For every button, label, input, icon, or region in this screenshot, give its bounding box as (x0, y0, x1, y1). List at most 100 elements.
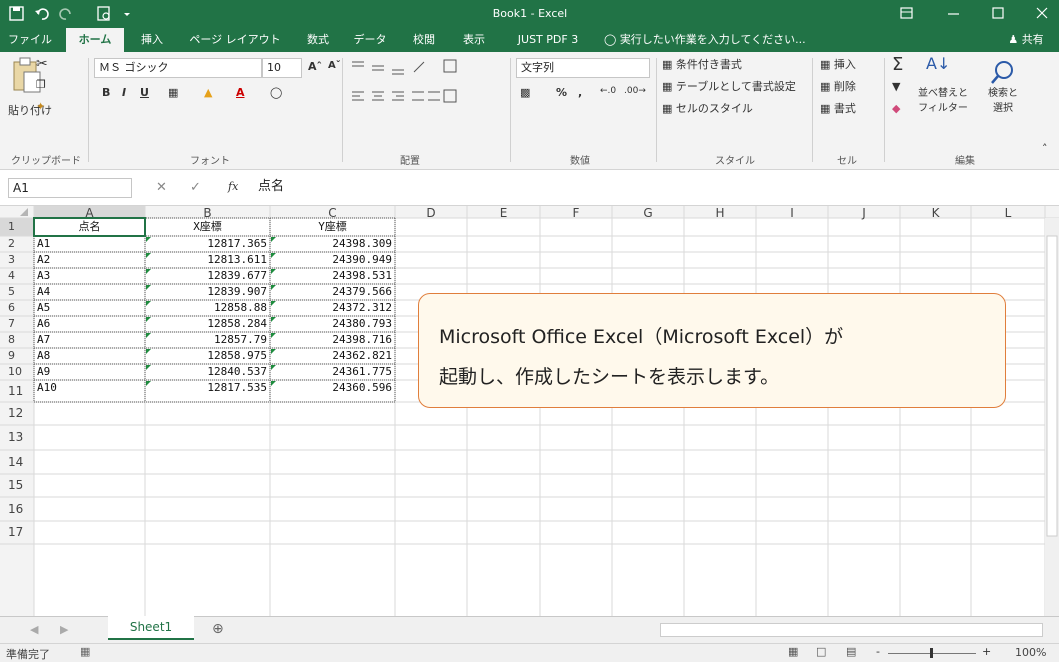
table-cell[interactable]: 12817.535 (148, 379, 267, 396)
table-cell[interactable]: A5 (37, 299, 142, 316)
table-cell[interactable]: 24380.793 (273, 315, 392, 332)
table-cell[interactable]: 12817.365 (148, 235, 267, 252)
customize-qat-icon[interactable] (124, 13, 130, 16)
table-cell[interactable]: 24398.531 (273, 267, 392, 284)
column-header[interactable]: E (467, 204, 540, 222)
table-cell[interactable]: A1 (37, 235, 142, 252)
row-header[interactable]: 15 (8, 474, 34, 497)
column-header[interactable]: K (900, 204, 971, 222)
table-cell[interactable]: 24372.312 (273, 299, 392, 316)
tell-me-box[interactable]: ◯ 実行したい作業を入力してください... (604, 28, 816, 52)
cell-styles-button[interactable]: ▦ セルのスタイル (662, 100, 753, 116)
table-cell[interactable]: A3 (37, 267, 142, 284)
maximize-icon[interactable] (992, 7, 1004, 19)
row-header[interactable]: 11 (8, 380, 34, 402)
conditional-formatting-button[interactable]: ▦ 条件付き書式 (662, 56, 742, 72)
row-header[interactable]: 3 (8, 252, 34, 268)
row-header[interactable]: 10 (8, 364, 34, 380)
table-cell[interactable]: 12858.88 (148, 299, 267, 316)
collapse-ribbon-icon[interactable]: ˄ (1042, 142, 1048, 155)
column-header[interactable]: J (828, 204, 900, 222)
phonetic-guide-icon[interactable]: ◯ (270, 86, 282, 99)
wrap-text-icon[interactable] (443, 59, 457, 73)
align-bottom-icon[interactable] (392, 69, 404, 75)
insert-cells-button[interactable]: ▦ 挿入 (820, 56, 856, 72)
tab-data[interactable]: データ (344, 28, 396, 52)
row-header[interactable]: 14 (8, 450, 34, 474)
ribbon-display-options-icon[interactable] (900, 7, 913, 19)
row-header[interactable]: 17 (8, 521, 34, 544)
row-header[interactable]: 16 (8, 497, 34, 521)
tab-page-layout[interactable]: ページ レイアウト (180, 28, 290, 52)
add-sheet-icon[interactable]: ⊕ (212, 621, 224, 637)
insert-function-icon[interactable]: fx (228, 180, 238, 193)
column-header[interactable]: L (971, 204, 1045, 222)
accounting-format-icon[interactable]: ▩ (520, 86, 530, 99)
row-header[interactable]: 8 (8, 332, 34, 348)
redo-icon[interactable] (59, 8, 71, 20)
table-cell[interactable]: 12839.677 (148, 267, 267, 284)
borders-icon[interactable]: ▦ (168, 86, 178, 99)
paste-button-label[interactable]: 貼り付け (8, 102, 52, 118)
grow-font-icon[interactable]: Aˆ (308, 60, 322, 73)
row-header[interactable]: 1 (8, 218, 34, 236)
table-cell[interactable]: A7 (37, 331, 142, 348)
table-cell[interactable]: 12840.537 (148, 363, 267, 380)
align-middle-icon[interactable] (372, 65, 384, 71)
table-cell[interactable]: 12857.79 (148, 331, 267, 348)
table-cell[interactable]: A9 (37, 363, 142, 380)
table-cell[interactable]: 24360.596 (273, 379, 392, 396)
zoom-in-icon[interactable]: + (982, 645, 991, 658)
row-header[interactable]: 2 (8, 236, 34, 252)
table-header-cell[interactable]: 点名 (34, 218, 145, 235)
cancel-entry-icon[interactable]: ✕ (156, 180, 167, 195)
increase-decimal-icon[interactable]: ←.0 (600, 86, 616, 96)
decrease-decimal-icon[interactable]: .00→ (624, 86, 646, 96)
tab-file[interactable]: ファイル (2, 28, 58, 52)
zoom-out-icon[interactable]: - (876, 645, 880, 658)
table-cell[interactable]: 24362.821 (273, 347, 392, 364)
scroll-right-icon[interactable]: ▶ (60, 623, 68, 636)
shrink-font-icon[interactable]: Aˇ (328, 60, 341, 71)
table-cell[interactable]: 12858.975 (148, 347, 267, 364)
row-header[interactable]: 13 (8, 425, 34, 450)
row-header[interactable]: 4 (8, 268, 34, 284)
column-header[interactable]: G (612, 204, 684, 222)
table-cell[interactable]: 12813.611 (148, 251, 267, 268)
font-name-select[interactable]: ＭＳ ゴシック (94, 58, 262, 78)
horizontal-scrollbar[interactable] (660, 623, 1043, 637)
format-cells-button[interactable]: ▦ 書式 (820, 100, 856, 116)
row-header[interactable]: 6 (8, 300, 34, 316)
print-preview-icon[interactable] (97, 6, 110, 21)
align-right-icon[interactable] (392, 91, 404, 101)
save-icon[interactable] (9, 6, 24, 21)
normal-view-icon[interactable]: ▦ (788, 645, 798, 658)
orientation-icon[interactable] (413, 61, 425, 73)
find-select-button[interactable]: 検索と 選択 (988, 84, 1018, 114)
comma-style-icon[interactable]: , (578, 86, 582, 99)
zoom-level[interactable]: 100% (1015, 646, 1046, 659)
tab-insert[interactable]: 挿入 (130, 28, 174, 52)
delete-cells-button[interactable]: ▦ 削除 (820, 78, 856, 94)
tab-just-pdf[interactable]: JUST PDF 3 (508, 28, 588, 52)
align-center-icon[interactable] (372, 91, 384, 101)
autosum-icon[interactable]: Σ (892, 54, 903, 75)
table-cell[interactable]: 24390.949 (273, 251, 392, 268)
close-icon[interactable] (1036, 7, 1048, 19)
zoom-slider-thumb[interactable] (930, 648, 933, 658)
table-cell[interactable]: A2 (37, 251, 142, 268)
bold-icon[interactable]: B (102, 86, 110, 99)
table-header-cell[interactable]: X座標 (145, 218, 270, 235)
tab-view[interactable]: 表示 (452, 28, 496, 52)
increase-indent-icon[interactable] (428, 91, 440, 101)
sheet-tab-sheet1[interactable]: Sheet1 (108, 616, 194, 640)
sort-filter-button[interactable]: 並べ替えと フィルター (918, 84, 968, 114)
percent-style-icon[interactable]: % (556, 86, 567, 99)
decrease-indent-icon[interactable] (412, 91, 424, 101)
row-header[interactable]: 7 (8, 316, 34, 332)
row-header[interactable]: 5 (8, 284, 34, 300)
table-cell[interactable]: A4 (37, 283, 142, 300)
cut-icon[interactable]: ✂ (36, 56, 48, 72)
name-box[interactable]: A1 (8, 178, 132, 198)
table-cell[interactable]: 24398.309 (273, 235, 392, 252)
